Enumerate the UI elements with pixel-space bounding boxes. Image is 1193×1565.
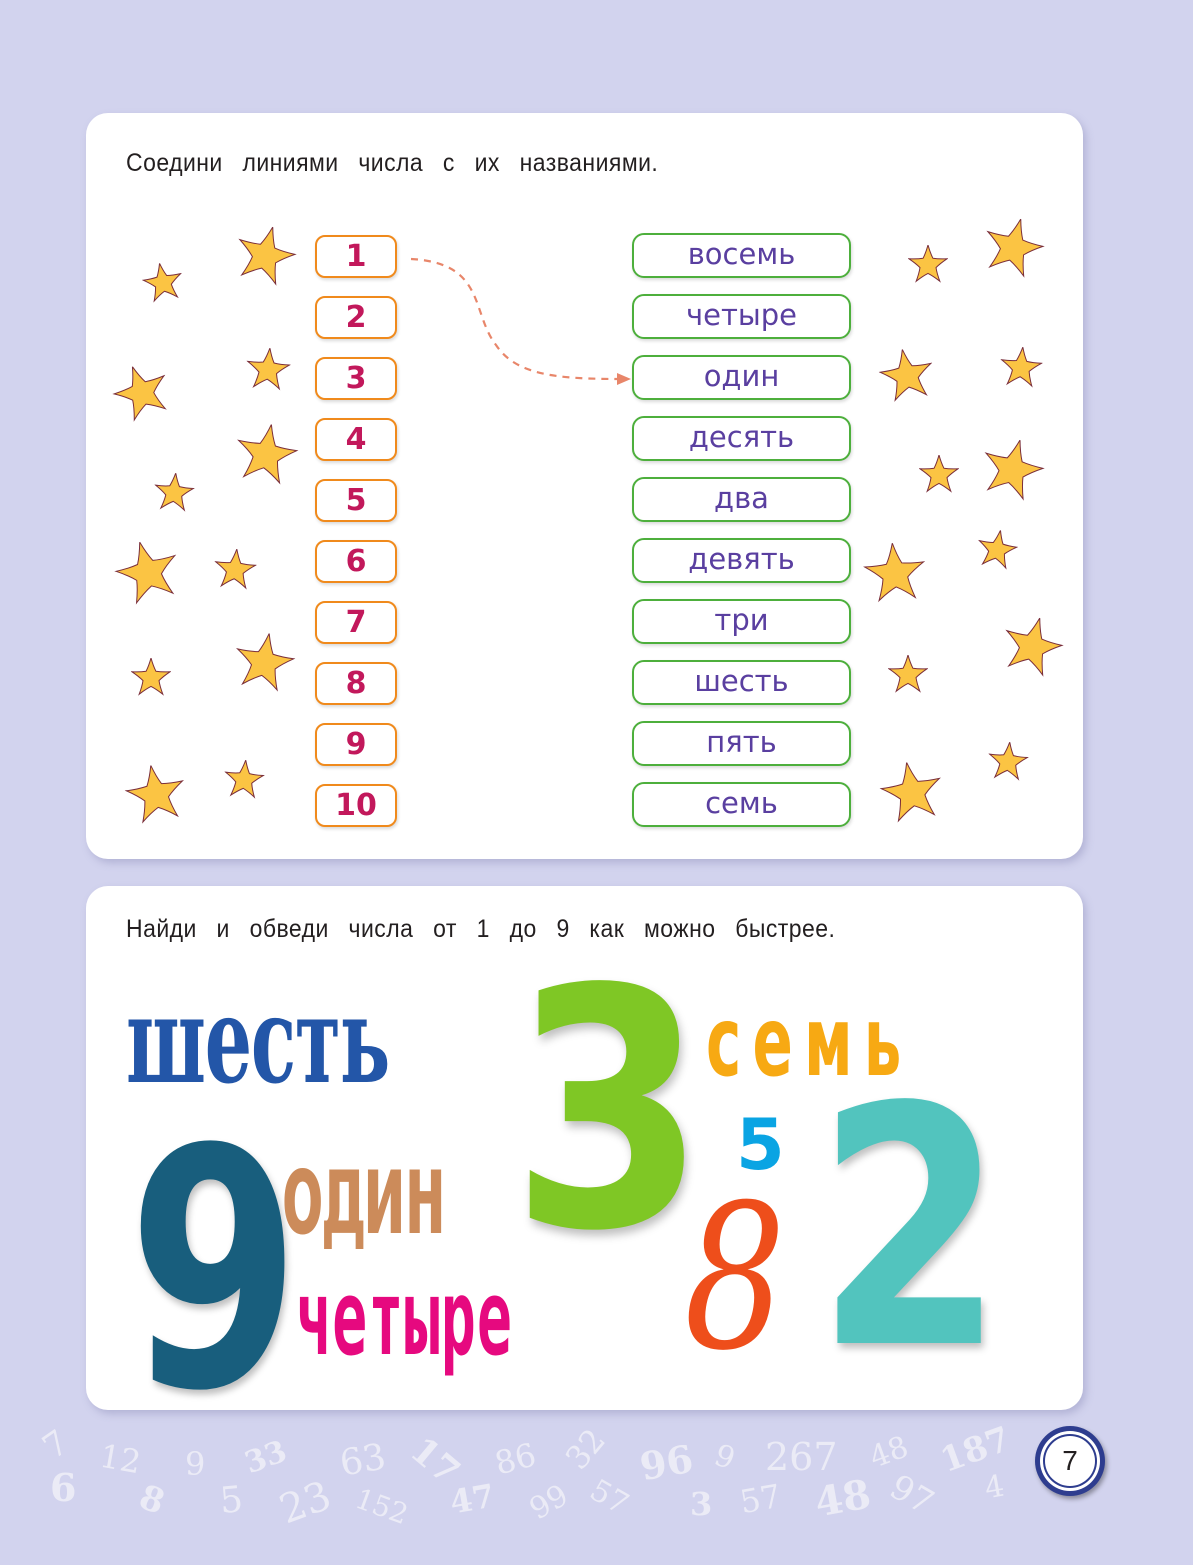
background-number: 57: [583, 1472, 635, 1523]
background-number: 152: [350, 1481, 413, 1532]
star-icon: [112, 364, 167, 422]
page-number-badge: 7: [1035, 1426, 1105, 1496]
word-box[interactable]: четыре: [632, 294, 851, 339]
background-number: 9: [185, 1445, 206, 1483]
star-icon: [238, 225, 297, 286]
star-icon: [124, 763, 185, 824]
word-box[interactable]: три: [632, 599, 851, 644]
number-box[interactable]: 8: [315, 662, 397, 705]
star-icon: [878, 347, 933, 402]
word-box[interactable]: восемь: [632, 233, 851, 278]
background-number: 187: [935, 1419, 1016, 1481]
star-icon: [114, 540, 177, 605]
word-box[interactable]: пять: [632, 721, 851, 766]
star-icon: [919, 455, 959, 493]
number-box[interactable]: 2: [315, 296, 397, 339]
word-shest[interactable]: шесть: [126, 981, 390, 1101]
background-number: 63: [336, 1436, 390, 1485]
number-box[interactable]: 5: [315, 479, 397, 522]
background-number: 48: [811, 1470, 875, 1527]
word-box[interactable]: один: [632, 355, 851, 400]
background-number: 32: [557, 1421, 614, 1477]
star-icon: [977, 528, 1019, 570]
background-number: 47: [447, 1476, 498, 1522]
number-box[interactable]: 9: [315, 723, 397, 766]
word-box[interactable]: девять: [632, 538, 851, 583]
number-box[interactable]: 1: [315, 235, 397, 278]
star-icon: [888, 655, 928, 693]
number-box[interactable]: 10: [315, 784, 397, 827]
word-box[interactable]: шесть: [632, 660, 851, 705]
background-number: 8: [133, 1477, 170, 1523]
exercise1-instruction: Соедини линиями числа с их названиями.: [126, 149, 659, 177]
star-icon: [987, 740, 1030, 781]
number-three[interactable]: 3: [511, 946, 706, 1276]
page-number: 7: [1045, 1436, 1095, 1486]
background-number: 6: [50, 1465, 77, 1510]
number-nine[interactable]: 9: [128, 1106, 300, 1436]
number-eight[interactable]: 8: [684, 1179, 786, 1379]
number-box[interactable]: 7: [315, 601, 397, 644]
number-box[interactable]: 4: [315, 418, 397, 461]
exercise2-instruction: Найди и обведи числа от 1 до 9 как можно…: [126, 915, 836, 943]
word-box[interactable]: два: [632, 477, 851, 522]
word-odin[interactable]: один: [281, 1136, 447, 1252]
background-number: 86: [490, 1435, 540, 1483]
star-icon: [879, 760, 942, 823]
background-number: 3: [690, 1485, 713, 1523]
background-number: 4: [982, 1468, 1007, 1507]
background-number: 12: [97, 1436, 144, 1482]
star-icon: [984, 438, 1045, 501]
background-number: 96: [636, 1435, 697, 1490]
star-icon: [908, 245, 948, 283]
background-number: 5: [218, 1479, 245, 1522]
star-icon: [862, 541, 926, 603]
background-number: 97: [882, 1466, 941, 1524]
background-number: 9: [709, 1437, 740, 1478]
number-box[interactable]: 3: [315, 357, 397, 400]
background-number: 99: [523, 1477, 575, 1528]
number-box[interactable]: 6: [315, 540, 397, 583]
star-icon: [153, 471, 196, 512]
background-number: 23: [273, 1472, 338, 1534]
star-icon: [236, 422, 299, 485]
word-box[interactable]: десять: [632, 416, 851, 461]
star-icon: [1005, 616, 1064, 677]
star-icon: [141, 261, 183, 303]
number-two[interactable]: 2: [816, 1064, 1004, 1394]
star-icon: [986, 217, 1045, 278]
exercise-find-card: Найди и обведи числа от 1 до 9 как можно…: [86, 886, 1083, 1436]
background-number: 7: [35, 1422, 77, 1468]
star-icon: [999, 345, 1044, 388]
star-icon: [131, 658, 171, 696]
star-icon: [246, 346, 292, 391]
star-icon: [223, 758, 266, 799]
exercise-match-card: Соедини линиями числа с их названиями. 1…: [86, 113, 1083, 859]
word-box[interactable]: семь: [632, 782, 851, 827]
word-chetyre[interactable]: четыре: [296, 1266, 513, 1370]
background-number: 267: [765, 1435, 838, 1479]
star-icon: [213, 547, 258, 590]
star-icon: [235, 631, 296, 692]
background-number: 57: [737, 1476, 784, 1522]
